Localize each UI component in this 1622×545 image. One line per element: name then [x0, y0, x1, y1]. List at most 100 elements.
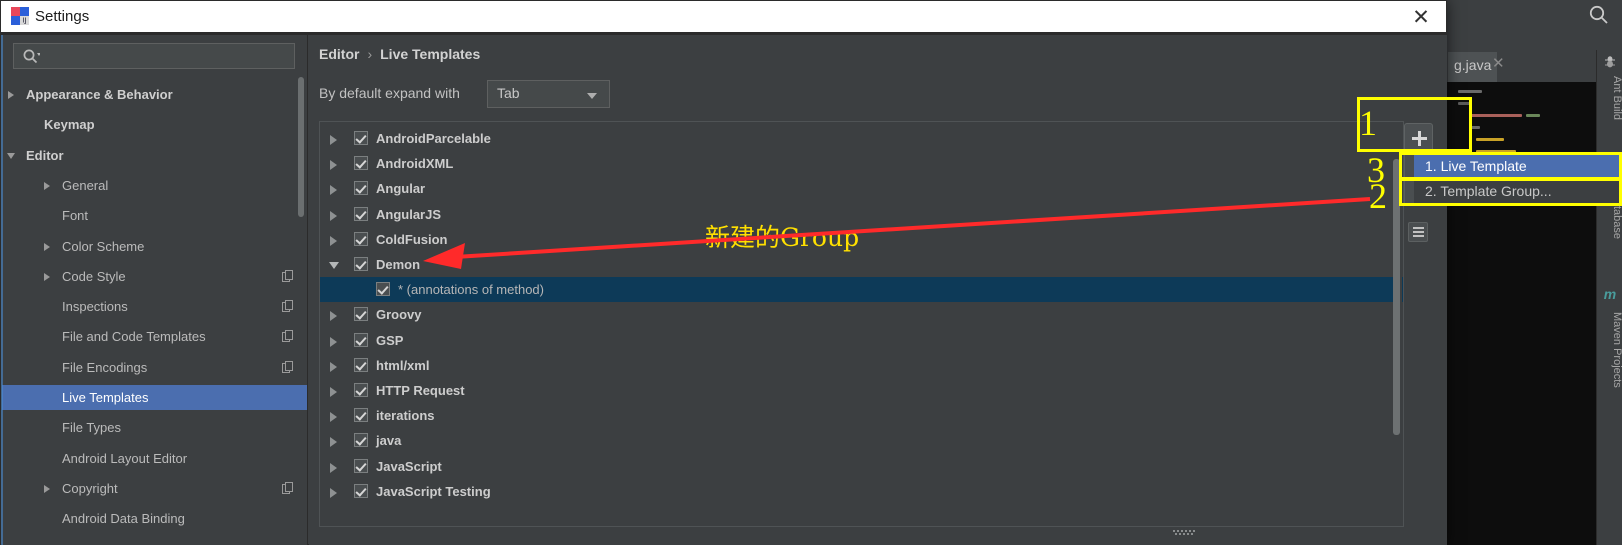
- templates-tree[interactable]: AndroidParcelable AndroidXML Angular Angula…: [319, 121, 1404, 527]
- template-enabled-checkbox[interactable]: [354, 131, 368, 145]
- chevron-right-icon[interactable]: [330, 185, 337, 196]
- template-enabled-checkbox[interactable]: [354, 181, 368, 196]
- tool-window-maven-projects[interactable]: Maven Projects: [1597, 308, 1622, 426]
- sidebar-item-label: File Encodings: [62, 359, 148, 375]
- chevron-right-icon[interactable]: [330, 235, 337, 246]
- template-group-row[interactable]: AndroidParcelable: [320, 126, 1403, 151]
- sidebar-item-editor[interactable]: Editor: [2, 143, 308, 168]
- close-icon[interactable]: ✕: [1492, 56, 1508, 72]
- chevron-right-icon[interactable]: [330, 210, 337, 221]
- annotation-box-3: [1399, 152, 1622, 180]
- sidebar-item-appearance-behavior[interactable]: Appearance & Behavior: [2, 82, 308, 107]
- chevron-right-icon[interactable]: [330, 412, 337, 423]
- annotation-number-1: 1: [1359, 103, 1377, 143]
- editor-tab[interactable]: g.java: [1448, 52, 1498, 85]
- sidebar-item-label: Color Scheme: [62, 238, 145, 254]
- tool-window-database[interactable]: tabase: [1597, 202, 1622, 274]
- chevron-right-icon[interactable]: [330, 311, 337, 322]
- template-group-row[interactable]: JavaScript: [320, 454, 1403, 479]
- copy-settings-icon[interactable]: [282, 360, 294, 373]
- template-enabled-checkbox[interactable]: [376, 282, 390, 297]
- template-group-row[interactable]: Groovy: [320, 302, 1403, 327]
- chevron-right-icon[interactable]: [44, 272, 50, 281]
- template-enabled-checkbox[interactable]: [354, 257, 368, 271]
- template-enabled-checkbox[interactable]: [354, 483, 368, 498]
- template-row-label: JavaScript Testing: [376, 483, 491, 499]
- template-group-row[interactable]: iterations: [320, 403, 1403, 428]
- annotation-box-2: [1399, 178, 1622, 206]
- ant-icon: [1605, 56, 1615, 68]
- chevron-right-icon[interactable]: [330, 437, 337, 448]
- chevron-right-icon[interactable]: [330, 336, 337, 347]
- template-enabled-checkbox[interactable]: [354, 332, 368, 347]
- template-enabled-checkbox[interactable]: [354, 408, 368, 423]
- copy-settings-icon[interactable]: [282, 330, 294, 343]
- sidebar-item-code-style[interactable]: Code Style: [2, 264, 308, 289]
- template-row-label: Demon: [376, 257, 421, 272]
- template-enabled-checkbox[interactable]: [354, 231, 368, 246]
- templates-options-button[interactable]: [1408, 222, 1428, 242]
- sidebar-item-file-and-code-templates[interactable]: File and Code Templates: [2, 324, 308, 349]
- sidebar-item-font[interactable]: Font: [2, 203, 308, 228]
- dialog-title-bar: IJ Settings ✕: [1, 1, 1446, 32]
- template-enabled-checkbox[interactable]: [354, 383, 368, 397]
- chevron-right-icon[interactable]: [44, 242, 50, 251]
- chevron-right-icon[interactable]: [44, 181, 50, 190]
- template-group-row[interactable]: AndroidXML: [320, 151, 1403, 176]
- template-group-row[interactable]: * (annotations of method): [320, 277, 1403, 303]
- sidebar-item-file-encodings[interactable]: File Encodings: [2, 355, 308, 380]
- chevron-right-icon[interactable]: [44, 484, 50, 493]
- template-enabled-checkbox[interactable]: [354, 156, 368, 171]
- chevron-down-icon[interactable]: [329, 262, 339, 269]
- sidebar-item-label: File and Code Templates: [62, 329, 206, 345]
- template-enabled-checkbox[interactable]: [354, 357, 368, 372]
- search-icon[interactable]: [1588, 4, 1610, 26]
- splitter-handle[interactable]: [1172, 529, 1196, 536]
- copy-settings-icon[interactable]: [282, 481, 294, 494]
- sidebar-item-live-templates[interactable]: Live Templates: [2, 385, 308, 410]
- template-row-label: JavaScript: [376, 458, 442, 474]
- sidebar-item-color-scheme[interactable]: Color Scheme: [2, 234, 308, 259]
- template-row-label: AndroidParcelable: [376, 131, 491, 146]
- sidebar-item-label: Editor: [26, 147, 64, 163]
- sidebar-item-keymap[interactable]: Keymap: [2, 112, 308, 137]
- template-enabled-checkbox[interactable]: [354, 458, 368, 473]
- chevron-right-icon[interactable]: [330, 135, 337, 145]
- search-input[interactable]: [13, 43, 295, 69]
- chevron-down-icon[interactable]: [7, 152, 15, 159]
- chevron-right-icon[interactable]: [330, 487, 337, 498]
- sidebar-item-label: General: [62, 177, 109, 193]
- template-group-row[interactable]: HTTP Request: [320, 378, 1403, 403]
- expand-with-label: By default expand with: [319, 85, 460, 101]
- close-icon[interactable]: ✕: [1408, 4, 1434, 30]
- chevron-right-icon[interactable]: [330, 387, 337, 397]
- template-enabled-checkbox[interactable]: [354, 433, 368, 448]
- template-group-row[interactable]: GSP: [320, 328, 1403, 353]
- dialog-title: Settings: [35, 8, 90, 25]
- settings-sidebar: Appearance & Behavior Keymap Editor General…: [2, 35, 308, 545]
- template-row-label: iterations: [376, 408, 435, 424]
- template-enabled-checkbox[interactable]: [354, 307, 368, 322]
- template-enabled-checkbox[interactable]: [354, 206, 368, 221]
- sidebar-item-copyright[interactable]: Copyright: [2, 476, 308, 501]
- expand-with-select[interactable]: Tab: [487, 80, 610, 108]
- breadcrumb-parent[interactable]: Editor: [319, 46, 359, 62]
- sidebar-item-android-layout-editor[interactable]: Android Layout Editor: [2, 446, 308, 471]
- copy-settings-icon[interactable]: [282, 269, 294, 282]
- sidebar-item-general[interactable]: General: [2, 173, 308, 198]
- chevron-right-icon[interactable]: [330, 361, 337, 372]
- copy-settings-icon[interactable]: [282, 300, 294, 313]
- template-group-row[interactable]: java: [320, 428, 1403, 453]
- sidebar-item-label: Font: [62, 208, 89, 224]
- sidebar-item-file-types[interactable]: File Types: [2, 415, 308, 440]
- template-group-row[interactable]: JavaScript Testing: [320, 479, 1403, 504]
- chevron-right-icon[interactable]: [330, 462, 337, 473]
- chevron-right-icon[interactable]: [8, 91, 14, 99]
- template-group-row[interactable]: html/xml: [320, 353, 1403, 378]
- chevron-right-icon[interactable]: [330, 160, 337, 171]
- sidebar-item-android-data-binding[interactable]: Android Data Binding: [2, 506, 308, 531]
- right-tool-window-stripe: Ant Build tabase m Maven Projects: [1596, 50, 1622, 545]
- sidebar-item-inspections[interactable]: Inspections: [2, 294, 308, 319]
- svg-text:IJ: IJ: [23, 17, 27, 25]
- tool-window-ant-build[interactable]: Ant Build: [1597, 72, 1622, 150]
